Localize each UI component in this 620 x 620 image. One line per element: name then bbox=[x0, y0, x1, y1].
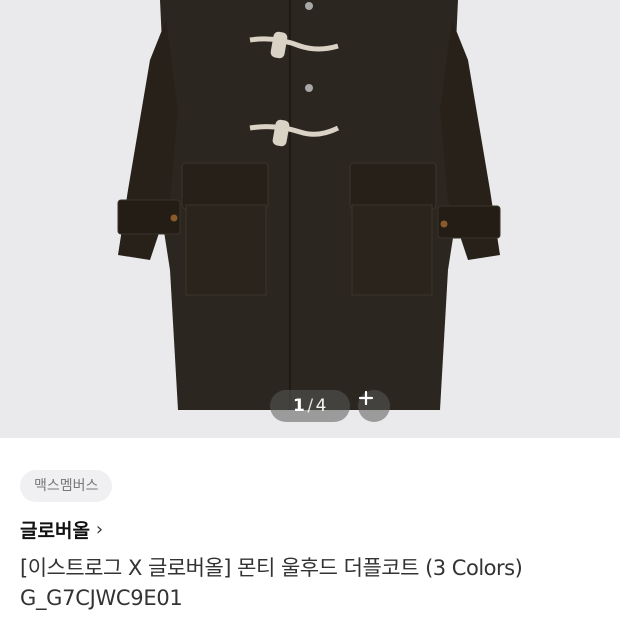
category-tag[interactable]: 맥스멤버스 bbox=[20, 470, 113, 502]
chevron-right-icon: › bbox=[95, 519, 104, 540]
pager-total: 4 bbox=[315, 396, 327, 416]
plus-icon bbox=[358, 390, 374, 406]
zoom-button[interactable] bbox=[358, 390, 390, 422]
brand-name: 글로버올 bbox=[20, 520, 90, 542]
product-code: G_G7CJWC9E01 bbox=[20, 586, 183, 610]
coat-image bbox=[117, 0, 501, 410]
product-title: [이스트로그 X 글로버올] 몬티 울후드 더플코트 (3 Colors) bbox=[20, 556, 523, 580]
pager-current: 1 bbox=[293, 396, 306, 416]
product-image-carousel[interactable]: 1 / 4 bbox=[0, 0, 620, 438]
image-pager: 1 / 4 bbox=[270, 390, 350, 422]
brand-link[interactable]: 글로버올 › bbox=[20, 516, 600, 543]
product-info: 맥스멤버스 글로버올 › [이스트로그 X 글로버올] 몬티 울후드 더플코트 … bbox=[20, 470, 600, 613]
pager-separator: / bbox=[307, 396, 314, 416]
